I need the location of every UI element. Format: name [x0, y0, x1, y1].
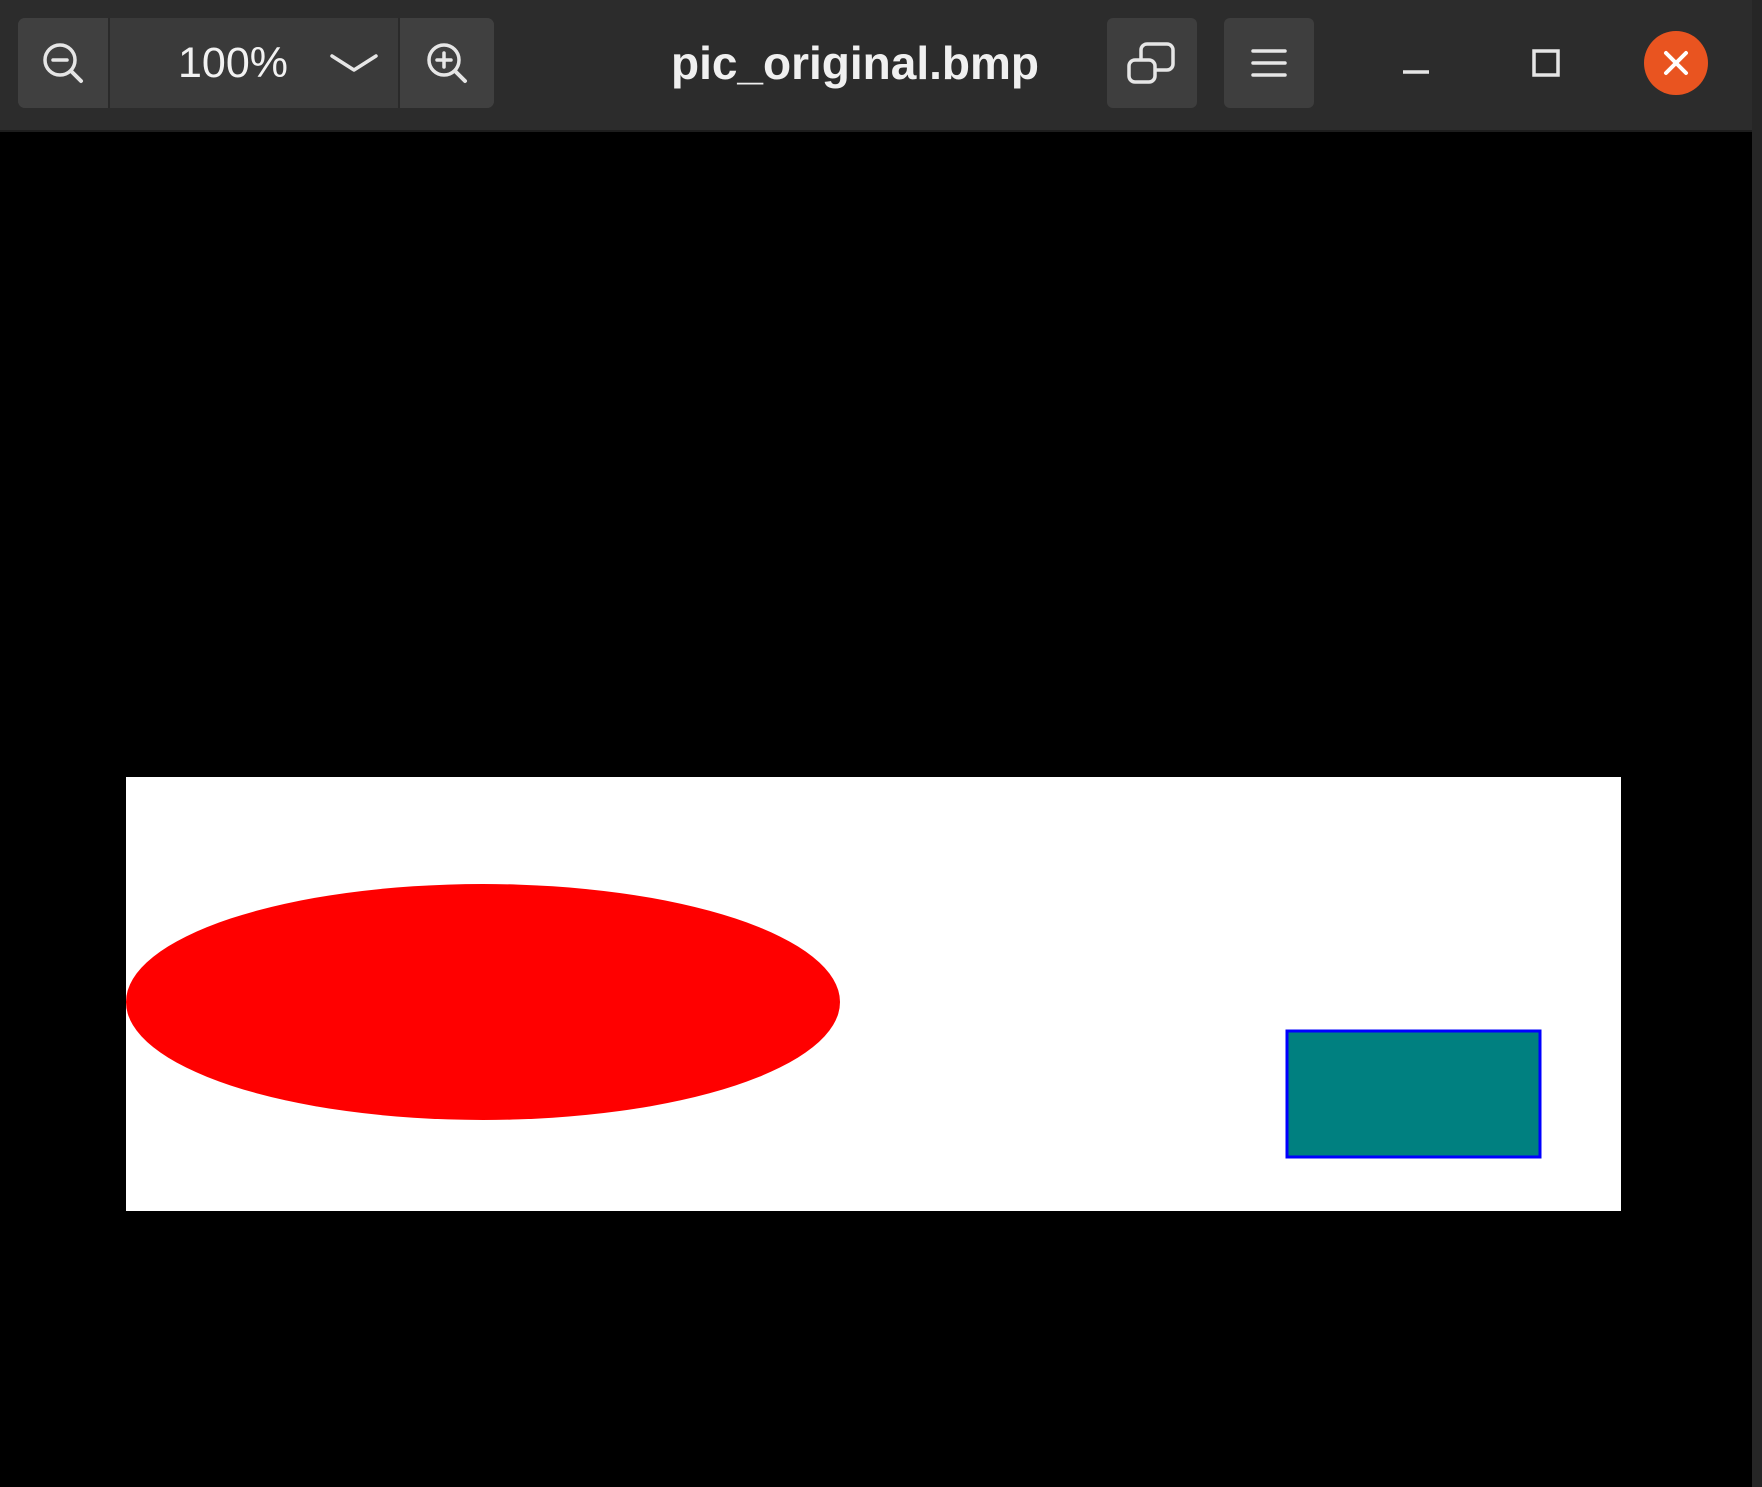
- zoom-level-value: 100%: [178, 39, 288, 87]
- image-canvas[interactable]: [0, 132, 1752, 1487]
- header-bar: 100% pic_original.bmp: [0, 0, 1752, 132]
- zoom-control-group: 100%: [18, 18, 494, 108]
- image-content: [126, 777, 1621, 1211]
- restore-view-button[interactable]: [1107, 18, 1197, 108]
- chevron-down-icon: [330, 54, 378, 72]
- window-restore-icon: [1127, 42, 1175, 84]
- zoom-out-icon: [43, 43, 83, 83]
- zoom-level-selector[interactable]: 100%: [110, 18, 398, 108]
- window-title: pic_original.bmp: [670, 37, 1040, 89]
- main-menu-button[interactable]: [1224, 18, 1314, 108]
- red-ellipse: [126, 884, 840, 1120]
- maximize-icon: [1532, 49, 1560, 77]
- window-edge: [1752, 0, 1762, 1487]
- close-button[interactable]: [1635, 22, 1717, 104]
- zoom-in-button[interactable]: [400, 18, 494, 108]
- zoom-in-icon: [427, 43, 467, 83]
- zoom-out-button[interactable]: [18, 18, 108, 108]
- minimize-button[interactable]: [1375, 22, 1457, 104]
- close-icon: [1664, 51, 1688, 75]
- teal-rectangle: [1285, 1029, 1542, 1159]
- close-button-circle: [1644, 31, 1708, 95]
- minimize-icon: [1403, 70, 1429, 74]
- maximize-button[interactable]: [1505, 22, 1587, 104]
- hamburger-menu-icon: [1251, 49, 1287, 77]
- image-viewer-window: 100% pic_original.bmp: [0, 0, 1762, 1487]
- displayed-image: [126, 777, 1621, 1211]
